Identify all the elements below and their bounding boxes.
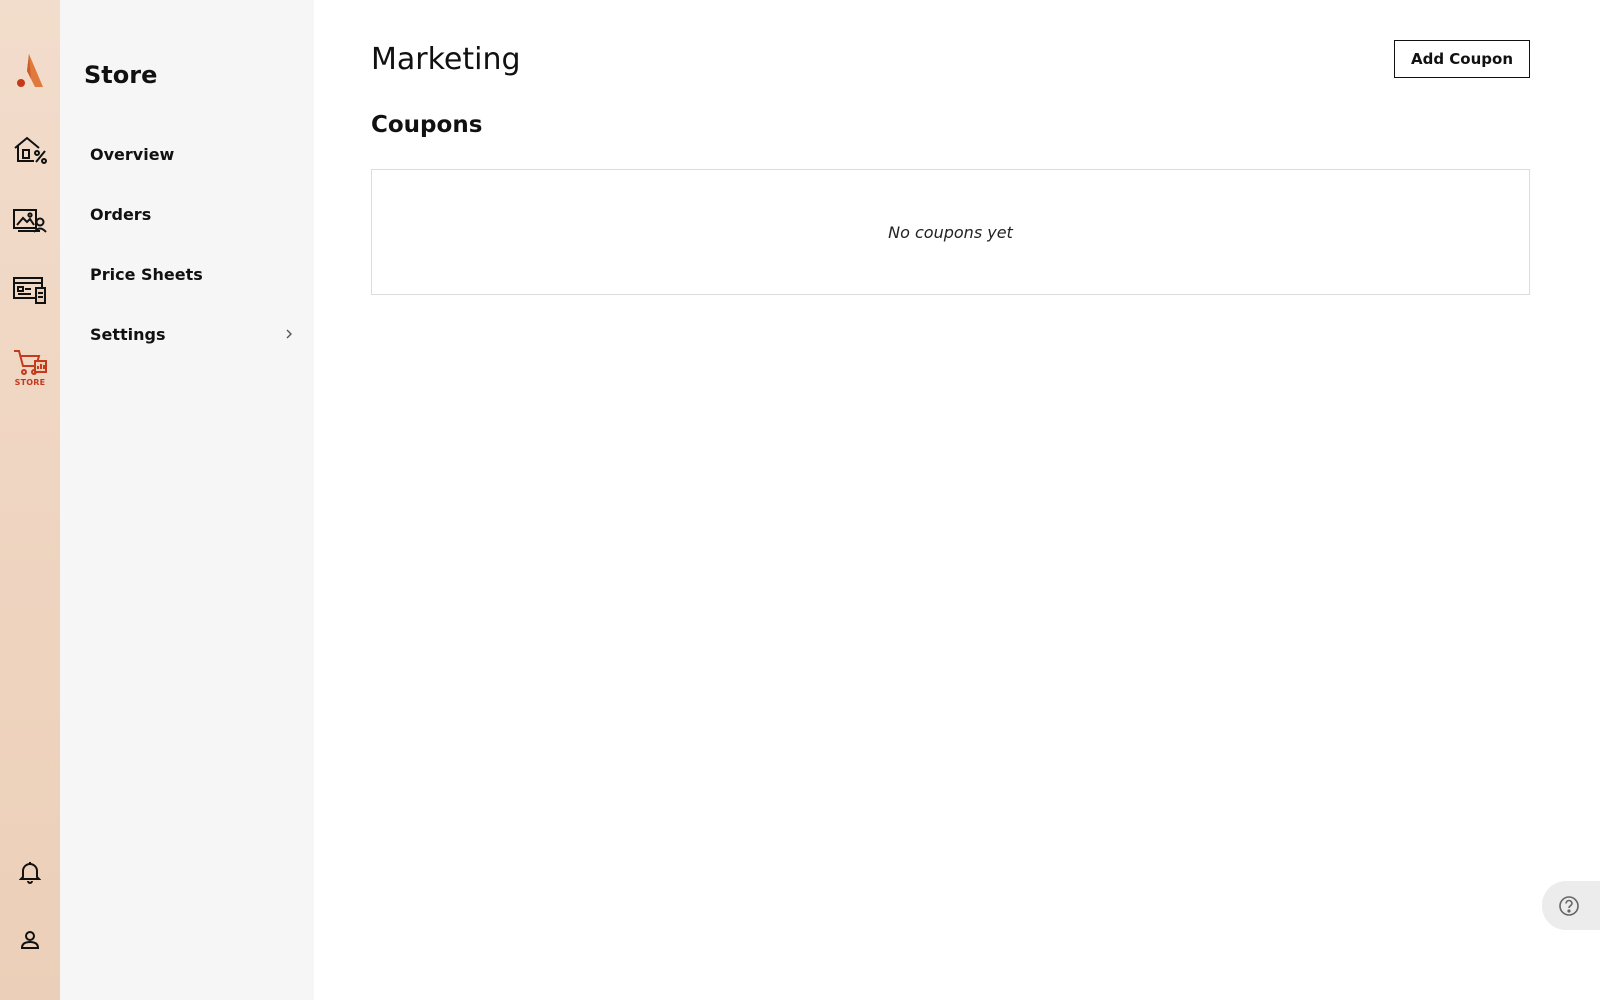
empty-state-message: No coupons yet [888, 222, 1013, 242]
store-cart-icon [14, 349, 47, 375]
brand-logo[interactable] [0, 44, 60, 94]
website-icon [13, 277, 46, 304]
rail-item-galleries[interactable] [0, 200, 60, 240]
sidebar-item-overview[interactable]: Overview [90, 140, 294, 168]
rail-item-sales[interactable] [0, 130, 60, 170]
sidebar-item-price-sheets[interactable]: Price Sheets [90, 260, 294, 288]
rail-item-store[interactable]: STORE [0, 344, 60, 390]
rail-notifications[interactable] [0, 857, 60, 887]
coupons-list: No coupons yet [371, 169, 1530, 295]
sidebar-item-label: Overview [90, 144, 175, 164]
sidebar-item-orders[interactable]: Orders [90, 200, 294, 228]
sidebar-title: Store [84, 61, 158, 89]
sidebar-item-label: Orders [90, 204, 152, 224]
section-title: Coupons [371, 112, 483, 138]
store-sidebar: Store Overview Orders Price Sheets Setti… [60, 0, 314, 1000]
help-button[interactable] [1542, 881, 1600, 930]
store-caption: STORE [14, 377, 46, 387]
rail-account[interactable] [0, 925, 60, 955]
chevron-right-icon [286, 329, 292, 339]
home-sale-icon [14, 136, 47, 164]
sidebar-item-label: Price Sheets [90, 264, 203, 284]
page-title: Marketing [371, 42, 521, 77]
help-icon [1559, 895, 1579, 916]
gallery-client-icon [13, 209, 47, 233]
icon-rail: STORE [0, 0, 60, 1000]
sidebar-item-settings[interactable]: Settings [90, 320, 294, 348]
main-content: Marketing Add Coupon Coupons No coupons … [314, 0, 1600, 1000]
rail-item-website[interactable] [0, 270, 60, 310]
bell-icon [19, 862, 41, 884]
account-icon [20, 931, 40, 949]
sidebar-item-label: Settings [90, 324, 166, 344]
add-coupon-button[interactable]: Add Coupon [1394, 40, 1530, 78]
logo-icon [17, 54, 43, 87]
